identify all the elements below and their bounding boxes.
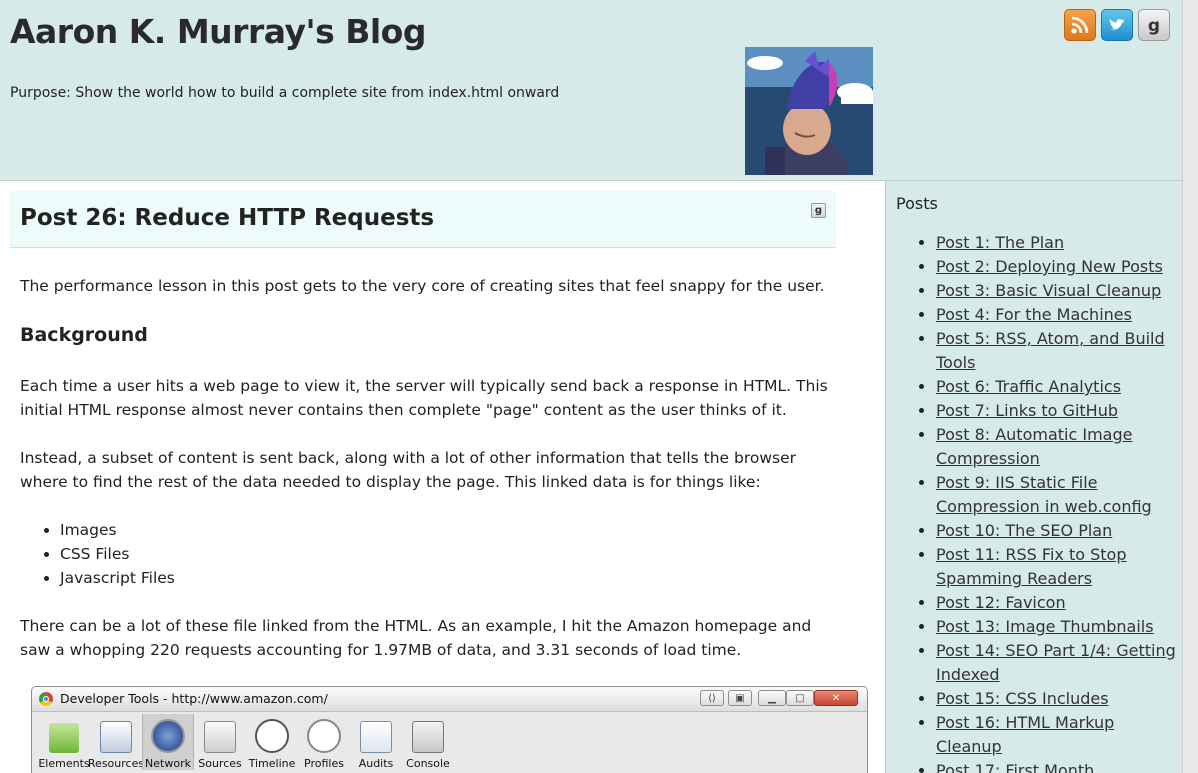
list-item: Javascript Files <box>60 566 175 590</box>
profiles-icon <box>307 719 341 753</box>
post-link[interactable]: Post 16: HTML Markup Cleanup <box>936 713 1114 756</box>
sidebar-heading: Posts <box>896 194 938 213</box>
list-item: Post 17: First Month Retrospective <box>936 759 1176 773</box>
post-header: Post 26: Reduce HTTP Requests g <box>10 191 836 248</box>
post-link[interactable]: Post 6: Traffic Analytics <box>936 377 1121 396</box>
list-item: Post 14: SEO Part 1/4: Getting Indexed <box>936 639 1176 687</box>
post-link[interactable]: Post 7: Links to GitHub <box>936 401 1118 420</box>
tool-timeline: Timeline <box>246 714 298 770</box>
minimize-icon: ▁ <box>758 690 786 706</box>
list-item: Post 10: The SEO Plan <box>936 519 1176 543</box>
github-icon[interactable]: g <box>811 203 826 218</box>
list-item: Post 12: Favicon <box>936 591 1176 615</box>
post-paragraph: There can be a lot of these file linked … <box>20 617 812 659</box>
timeline-icon <box>255 719 289 753</box>
post-link[interactable]: Post 8: Automatic Image Compression <box>936 425 1132 468</box>
sidebar: Posts Post 1: The Plan Post 2: Deploying… <box>886 181 1182 773</box>
twitter-icon[interactable] <box>1101 9 1133 41</box>
sources-icon <box>204 721 236 753</box>
post-link[interactable]: Post 15: CSS Includes <box>936 689 1109 708</box>
list-item: Post 1: The Plan <box>936 231 1176 255</box>
rss-icon[interactable] <box>1064 9 1096 41</box>
tool-label: Elements <box>38 757 90 770</box>
tool-label: Console <box>406 757 450 770</box>
post-link[interactable]: Post 2: Deploying New Posts <box>936 257 1163 276</box>
post-paragraph: Each time a user hits a web page to view… <box>20 377 828 419</box>
chrome-icon <box>39 692 53 706</box>
list-item: Post 3: Basic Visual Cleanup <box>936 279 1176 303</box>
post-link[interactable]: Post 17: First Month Retrospective <box>936 761 1094 773</box>
tool-audits: Audits <box>350 714 402 770</box>
list-item: Post 9: IIS Static File Compression in w… <box>936 471 1176 519</box>
list-item: Post 16: HTML Markup Cleanup <box>936 711 1176 759</box>
post-link[interactable]: Post 4: For the Machines <box>936 305 1132 324</box>
post-link[interactable]: Post 1: The Plan <box>936 233 1064 252</box>
post-link[interactable]: Post 11: RSS Fix to Stop Spamming Reader… <box>936 545 1126 588</box>
list-item: Post 2: Deploying New Posts <box>936 255 1176 279</box>
tool-resources: Resources <box>87 714 145 770</box>
list-item: Post 11: RSS Fix to Stop Spamming Reader… <box>936 543 1176 591</box>
tool-profiles: Profiles <box>298 714 350 770</box>
site-purpose: Purpose: Show the world how to build a c… <box>10 85 560 101</box>
audits-icon <box>360 721 392 753</box>
list-item: Post 7: Links to GitHub <box>936 399 1176 423</box>
list-item: Post 8: Automatic Image Compression <box>936 423 1176 471</box>
dock-icon: ⟨⟩ <box>700 690 724 706</box>
tool-sources: Sources <box>194 714 246 770</box>
devtools-titlebar: Developer Tools - http://www.amazon.com/… <box>32 687 867 712</box>
post-link[interactable]: Post 14: SEO Part 1/4: Getting Indexed <box>936 641 1176 684</box>
posts-list: Post 1: The Plan Post 2: Deploying New P… <box>896 231 1176 773</box>
github-icon[interactable]: g <box>1138 9 1170 41</box>
devtools-toolbar: Elements Resources Network Sources Timel… <box>38 714 454 770</box>
tool-network: Network <box>142 714 194 770</box>
list-item: Post 13: Image Thumbnails <box>936 615 1176 639</box>
list-item: Post 5: RSS, Atom, and Build Tools <box>936 327 1176 375</box>
post-title[interactable]: Post 26: Reduce HTTP Requests <box>20 205 434 231</box>
undock-icon: ▣ <box>728 690 752 706</box>
tool-label: Audits <box>358 757 394 770</box>
list-item: Images <box>60 518 175 542</box>
list-item: Post 15: CSS Includes <box>936 687 1176 711</box>
tool-label: Sources <box>198 757 242 770</box>
list-item: Post 4: For the Machines <box>936 303 1176 327</box>
resources-icon <box>100 721 132 753</box>
post-link[interactable]: Post 13: Image Thumbnails <box>936 617 1154 636</box>
svg-text:g: g <box>1148 16 1160 36</box>
author-avatar <box>745 47 873 175</box>
post-paragraph: Instead, a subset of content is sent bac… <box>20 449 797 491</box>
social-links: g <box>1064 9 1170 41</box>
site-header: Aaron K. Murray's Blog Purpose: Show the… <box>0 0 1182 181</box>
elements-icon <box>49 723 79 753</box>
devtools-screenshot: Developer Tools - http://www.amazon.com/… <box>31 686 868 773</box>
tool-label: Profiles <box>304 757 344 770</box>
tool-label: Timeline <box>248 757 296 770</box>
post-link[interactable]: Post 10: The SEO Plan <box>936 521 1112 540</box>
tool-elements: Elements <box>38 714 90 770</box>
tool-label: Resources <box>87 757 145 770</box>
post-link[interactable]: Post 3: Basic Visual Cleanup <box>936 281 1161 300</box>
section-heading-background: Background <box>20 324 148 346</box>
tool-console: Console <box>402 714 454 770</box>
site-title[interactable]: Aaron K. Murray's Blog <box>10 12 426 51</box>
linked-data-list: Images CSS Files Javascript Files <box>20 518 175 590</box>
console-icon <box>412 721 444 753</box>
page-scrollbar[interactable] <box>1182 0 1198 773</box>
list-item: CSS Files <box>60 542 175 566</box>
post-link[interactable]: Post 9: IIS Static File Compression in w… <box>936 473 1152 516</box>
list-item: Post 6: Traffic Analytics <box>936 375 1176 399</box>
post-link[interactable]: Post 12: Favicon <box>936 593 1066 612</box>
post-intro: The performance lesson in this post gets… <box>20 277 825 295</box>
maximize-icon: □ <box>786 690 814 706</box>
main-content: Post 26: Reduce HTTP Requests g The perf… <box>0 181 886 773</box>
close-icon: ✕ <box>814 690 858 706</box>
devtools-title: Developer Tools - http://www.amazon.com/ <box>60 691 328 706</box>
network-icon <box>151 719 185 753</box>
tool-label: Network <box>145 757 191 770</box>
post-link[interactable]: Post 5: RSS, Atom, and Build Tools <box>936 329 1165 372</box>
